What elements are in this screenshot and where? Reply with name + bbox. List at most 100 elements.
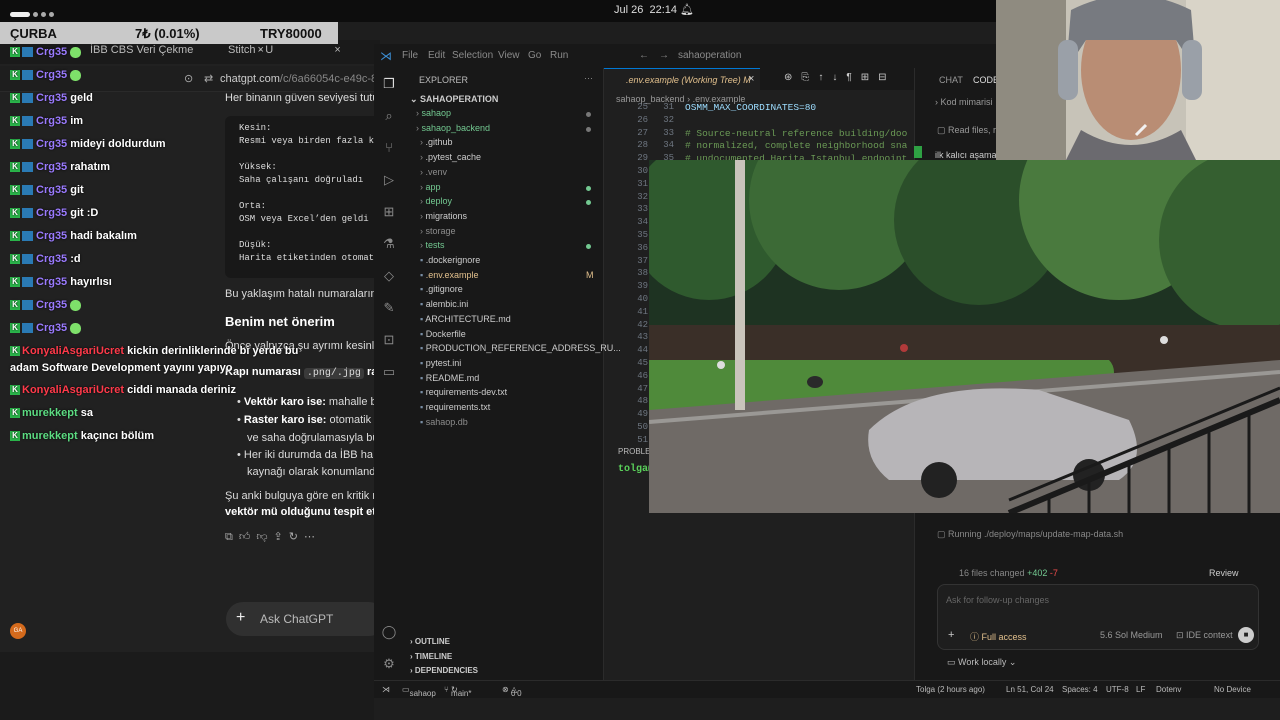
testing-icon[interactable]: ⚗	[381, 236, 397, 252]
tree-file[interactable]: ▪ PRODUCTION_REFERENCE_ADDRESS_RU...	[420, 343, 621, 353]
chat-username[interactable]: Crg35	[36, 299, 67, 311]
code-line[interactable]: OSMM_MAX_COORDINATES=80	[685, 102, 816, 113]
menu-selection[interactable]: Selection	[452, 50, 493, 61]
plus-icon[interactable]: +	[948, 629, 954, 641]
tree-file[interactable]: ▪ requirements-dev.txt	[420, 387, 507, 397]
tree-folder[interactable]: › migrations	[420, 211, 467, 221]
more-icon[interactable]: ⋯	[584, 73, 593, 84]
chat-username[interactable]: Crg35	[36, 322, 67, 334]
nav-back-icon[interactable]: ←	[639, 50, 649, 61]
problems-count[interactable]: ⊗ 0 △ 0	[502, 685, 522, 698]
tree-folder[interactable]: › deploy	[420, 196, 452, 206]
tree-folder[interactable]: › .pytest_cache	[420, 152, 481, 162]
run-debug-icon[interactable]: ▷	[381, 172, 397, 188]
copy-icon[interactable]: ⧉	[225, 531, 239, 543]
tree-folder[interactable]: › app	[420, 182, 441, 192]
tree-folder[interactable]: › sahaop	[416, 108, 451, 118]
regenerate-icon[interactable]: ↻	[289, 531, 304, 543]
editor-tab-env[interactable]: .env.example (Working Tree) M ×	[604, 68, 760, 90]
chat-username[interactable]: Crg35	[36, 161, 67, 173]
chat-username[interactable]: Crg35	[36, 184, 67, 196]
scan-icon[interactable]: ⊡	[381, 332, 397, 348]
extensions-icon[interactable]: ⊞	[381, 204, 397, 220]
avatar[interactable]: GA	[10, 623, 26, 639]
thumbs-up-icon[interactable]: 👍︎	[239, 531, 257, 543]
clock[interactable]: Jul 26 22:14	[614, 4, 677, 16]
section-outline[interactable]: › OUTLINE	[410, 637, 450, 646]
chat-username[interactable]: murekkept	[22, 430, 78, 442]
chat-username[interactable]: Crg35	[36, 69, 67, 81]
editor-actions[interactable]: ⊛⎘↑↓¶⊞⊟	[784, 72, 896, 83]
section-timeline[interactable]: › TIMELINE	[410, 652, 452, 661]
followup-input[interactable]: Ask for follow-up changes + ⓘ Full acces…	[937, 584, 1259, 650]
tree-folder[interactable]: › .github	[420, 137, 453, 147]
notification-bell-icon[interactable]: 🔔︎	[680, 3, 694, 16]
chat-username[interactable]: Crg35	[36, 46, 67, 58]
ide-context[interactable]: ⊡ IDE context	[1176, 630, 1233, 641]
tree-file[interactable]: ▪ ARCHITECTURE.md	[420, 314, 511, 324]
review-button[interactable]: Review	[1209, 568, 1239, 578]
encoding[interactable]: UTF-8	[1106, 685, 1129, 694]
chatgpt-input[interactable]: + Ask ChatGPT	[226, 602, 386, 636]
chat-username[interactable]: KonyaliAsgariUcret	[22, 384, 124, 396]
share-icon[interactable]: ⇪	[274, 531, 289, 543]
model-selector[interactable]: 5.6 Sol Medium	[1100, 630, 1163, 640]
menu-view[interactable]: View	[498, 50, 520, 61]
url-text[interactable]: chatgpt.com/c/6a66054c-e49c-83	[220, 73, 383, 85]
tree-file[interactable]: ▪ .env.example M	[420, 270, 594, 280]
tree-folder[interactable]: › tests	[420, 240, 445, 250]
remote-icon[interactable]: ⋊	[382, 685, 390, 694]
repo-label[interactable]: ▭ sahaop	[402, 685, 436, 698]
workspace-indicator[interactable]	[10, 8, 57, 20]
problems-tab[interactable]: PROBLE	[618, 447, 650, 456]
tree-folder[interactable]: › storage	[420, 226, 456, 236]
remote-icon[interactable]: ◇	[381, 268, 397, 284]
message-actions[interactable]: ⧉👍︎👎︎⇪↻⋯	[225, 530, 321, 544]
code-line[interactable]: # normalized, complete neighborhood sna	[685, 140, 907, 151]
chat-username[interactable]: murekkept	[22, 407, 78, 419]
language-mode[interactable]: Dotenv	[1156, 685, 1181, 694]
tune-icon[interactable]: ⇄	[204, 72, 213, 85]
chat-username[interactable]: Crg35	[36, 276, 67, 288]
code-line[interactable]: # Source-neutral reference building/doo	[685, 128, 907, 139]
menu-file[interactable]: File	[402, 50, 418, 61]
chat-username[interactable]: Crg35	[36, 115, 67, 127]
site-info-icon[interactable]: ⊙	[184, 72, 193, 85]
thumbs-down-icon[interactable]: 👎︎	[256, 531, 273, 543]
section-dependencies[interactable]: › DEPENDENCIES	[410, 666, 478, 675]
source-control-icon[interactable]: ⑂	[381, 140, 397, 156]
menu-run[interactable]: Run	[550, 50, 568, 61]
more-icon[interactable]: ⋯	[304, 531, 321, 543]
chat-username[interactable]: Crg35	[36, 138, 67, 150]
browser-tab-stitch[interactable]: Stitch - U ×	[228, 44, 341, 62]
account-icon[interactable]: ◯	[381, 624, 397, 640]
git-blame[interactable]: Tolga (2 hours ago)	[916, 685, 985, 694]
tree-file[interactable]: ▪ sahaop.db	[420, 417, 468, 427]
workspace-root[interactable]: ⌄ SAHAOPERATION	[410, 94, 498, 105]
chat-username[interactable]: Crg35	[36, 230, 67, 242]
settings-gear-icon[interactable]: ⚙	[381, 656, 397, 672]
tree-file[interactable]: ▪ requirements.txt	[420, 402, 490, 412]
plus-icon[interactable]: +	[236, 609, 245, 627]
tree-file[interactable]: ▪ README.md	[420, 373, 479, 383]
indentation[interactable]: Spaces: 4	[1062, 685, 1098, 694]
stop-icon[interactable]: ■	[1238, 627, 1254, 643]
work-locally-selector[interactable]: ▭ Work locally ⌄	[947, 657, 1016, 668]
access-selector[interactable]: ⓘ Full access	[970, 630, 1027, 643]
menu-go[interactable]: Go	[528, 50, 541, 61]
tab-chat[interactable]: CHAT	[939, 75, 963, 85]
chat-username[interactable]: Crg35	[36, 253, 67, 265]
tree-file[interactable]: ▪ .dockerignore	[420, 255, 480, 265]
tree-folder[interactable]: › sahaop_backend	[416, 123, 490, 133]
close-icon[interactable]: ×	[334, 44, 340, 56]
tree-file[interactable]: ▪ .gitignore	[420, 284, 463, 294]
chat-username[interactable]: Crg35	[36, 92, 67, 104]
device-label[interactable]: No Device	[1214, 685, 1251, 694]
search-icon[interactable]: ⌕	[381, 108, 397, 124]
command-center[interactable]: sahaoperation	[678, 50, 741, 61]
tree-file[interactable]: ▪ alembic.ini	[420, 299, 468, 309]
chat-username[interactable]: KonyaliAsgariUcret	[22, 345, 124, 357]
close-icon[interactable]: ×	[748, 73, 754, 85]
cursor-position[interactable]: Ln 51, Col 24	[1006, 685, 1054, 694]
explorer-icon[interactable]: ❐	[381, 76, 397, 92]
